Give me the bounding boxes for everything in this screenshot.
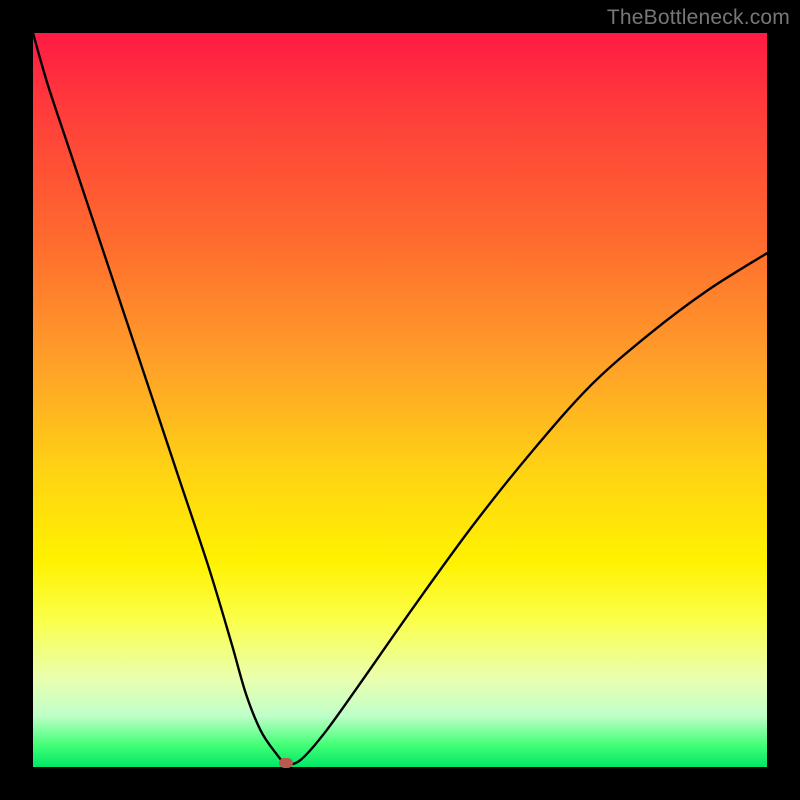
chart-frame: TheBottleneck.com: [0, 0, 800, 800]
plot-area: [33, 33, 767, 767]
minimum-marker: [279, 758, 293, 768]
watermark-text: TheBottleneck.com: [607, 6, 790, 30]
bottleneck-curve: [33, 33, 767, 767]
